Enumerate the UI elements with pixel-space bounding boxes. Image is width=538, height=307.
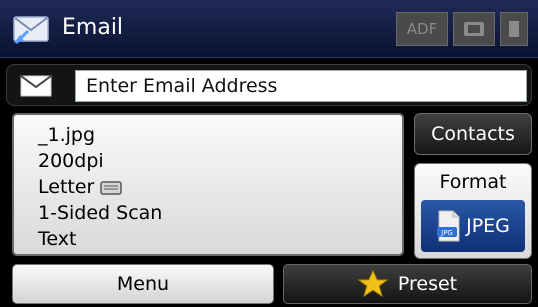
scan-settings-card[interactable]: _1.jpg 200dpi Letter 1-Sided Scan Text xyxy=(12,113,404,256)
email-address-placeholder: Enter Email Address xyxy=(86,75,278,97)
svg-text:JPG: JPG xyxy=(440,229,453,237)
setting-doc-type: Text xyxy=(38,228,77,250)
adf-label: ADF xyxy=(406,20,438,38)
star-icon xyxy=(357,270,388,298)
page-title: Email xyxy=(62,15,124,40)
contacts-label: Contacts xyxy=(431,123,515,145)
format-panel[interactable]: Format JPG JPEG xyxy=(414,163,532,259)
setting-resolution: 200dpi xyxy=(38,150,104,172)
email-address-input[interactable]: Enter Email Address xyxy=(75,70,527,102)
memory-card-icon xyxy=(453,12,495,46)
envelope-icon xyxy=(20,75,52,97)
setting-paper-row: Letter xyxy=(38,174,402,200)
app-header: Email ADF xyxy=(0,0,538,58)
adf-icon: ADF xyxy=(396,12,448,46)
email-icon xyxy=(13,16,49,45)
menu-button[interactable]: Menu xyxy=(12,264,274,304)
format-jpeg-button[interactable]: JPG JPEG xyxy=(421,200,525,252)
format-value: JPEG xyxy=(466,215,510,237)
setting-sides: 1-Sided Scan xyxy=(38,202,163,224)
format-label: Format xyxy=(439,171,507,193)
status-indicators: ADF xyxy=(396,12,528,46)
address-bar: Enter Email Address xyxy=(6,64,532,106)
jpeg-file-icon: JPG xyxy=(437,210,460,242)
paper-icon xyxy=(100,180,123,195)
setting-paper-size: Letter xyxy=(38,176,95,198)
setting-filename: _1.jpg xyxy=(38,124,96,146)
menu-label: Menu xyxy=(116,273,170,295)
preset-label: Preset xyxy=(397,273,458,295)
contacts-button[interactable]: Contacts xyxy=(414,113,532,155)
preset-button[interactable]: Preset xyxy=(283,264,532,304)
document-icon xyxy=(500,12,528,46)
